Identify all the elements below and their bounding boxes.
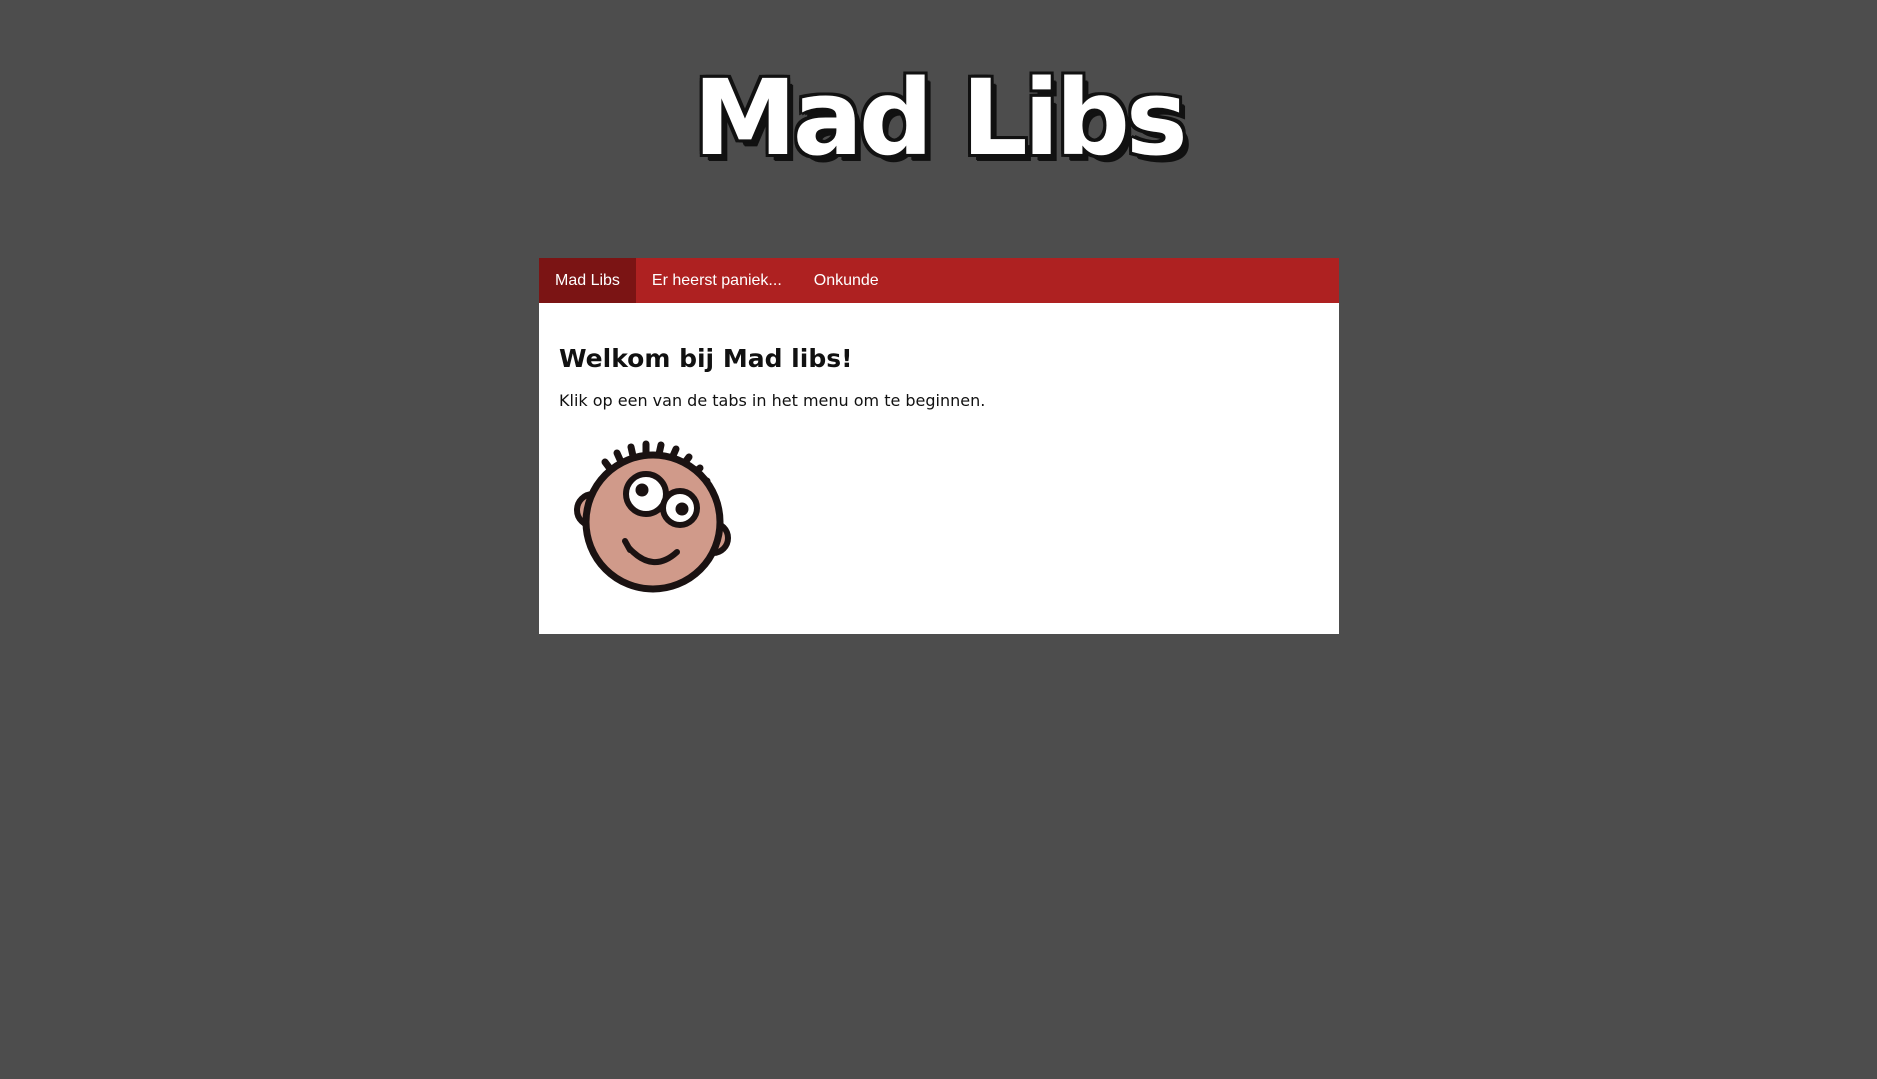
cartoon-face-icon — [574, 440, 731, 593]
tab-bar: Mad Libs Er heerst paniek... Onkunde — [539, 258, 1339, 303]
main-container: Mad Libs Er heerst paniek... Onkunde Wel… — [539, 258, 1339, 634]
tab-mad-libs[interactable]: Mad Libs — [539, 258, 636, 303]
tab-er-heerst-paniek[interactable]: Er heerst paniek... — [636, 258, 798, 303]
tab-onkunde[interactable]: Onkunde — [798, 258, 895, 303]
content-panel: Welkom bij Mad libs! Klik op een van de … — [539, 303, 1339, 634]
site-logo: Mad Libs — [693, 57, 1188, 179]
page: Mad Libs Mad Libs Er heerst paniek... On… — [0, 0, 1877, 1079]
intro-text: Klik op een van de tabs in het menu om t… — [559, 391, 986, 410]
page-title: Welkom bij Mad libs! — [559, 344, 853, 373]
